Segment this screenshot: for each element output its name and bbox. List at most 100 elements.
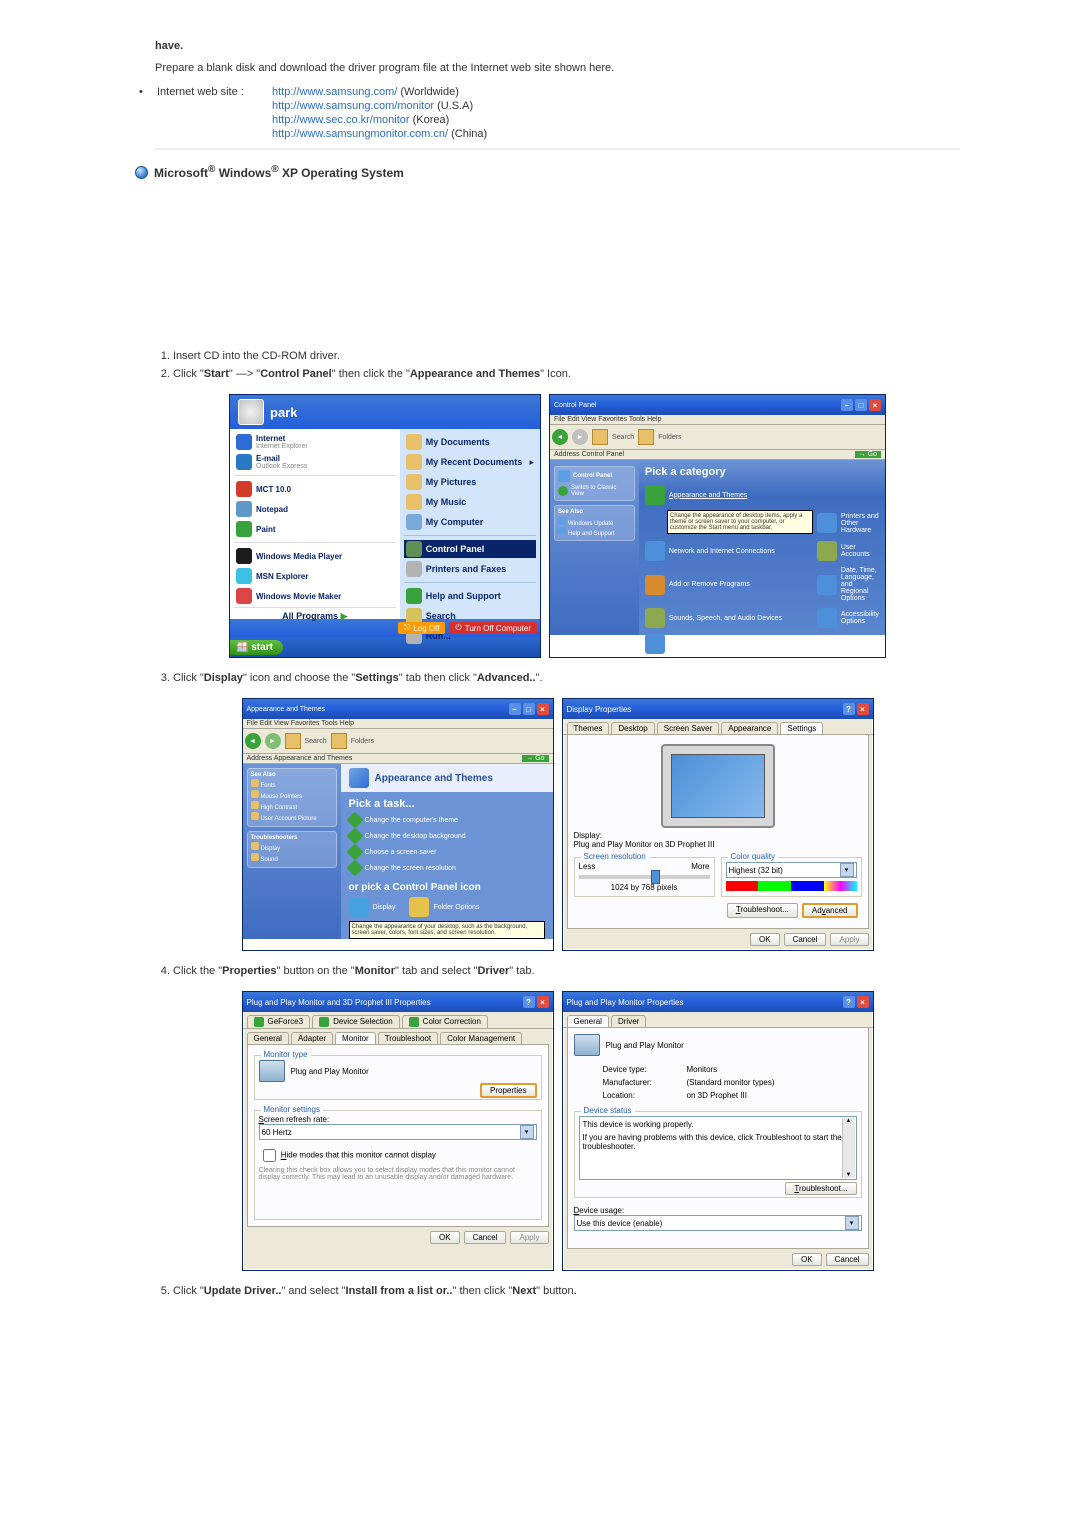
tab-desktop[interactable]: Desktop <box>611 722 654 734</box>
tab-driver[interactable]: Driver <box>611 1015 646 1027</box>
refresh-rate-select[interactable]: 60 Hertz▾ <box>259 1124 537 1140</box>
apply-button[interactable]: Apply <box>830 933 868 946</box>
see-also-item[interactable]: High Contrast <box>251 801 333 811</box>
task-link[interactable]: Choose a screen saver <box>349 846 545 858</box>
start-menu-item[interactable]: Windows Movie Maker <box>234 587 396 605</box>
switch-view-link[interactable]: Switch to Classic View <box>558 485 631 497</box>
tab-color-management[interactable]: Color Management <box>440 1032 522 1044</box>
start-menu-item[interactable]: My Computer <box>404 513 536 531</box>
close-icon[interactable]: × <box>857 703 869 715</box>
forward-icon[interactable]: ► <box>572 429 588 445</box>
tab-general[interactable]: General <box>567 1015 609 1027</box>
tab-appearance[interactable]: Appearance <box>721 722 778 734</box>
internet-link[interactable]: http://www.sec.co.kr/monitor <box>272 114 410 126</box>
minimize-icon[interactable]: – <box>509 703 521 715</box>
help-icon[interactable]: ? <box>523 996 535 1008</box>
start-menu-item[interactable]: My Pictures <box>404 473 536 491</box>
dp-tabs[interactable]: ThemesDesktopScreen SaverAppearanceSetti… <box>563 719 873 735</box>
color-quality-select[interactable]: Highest (32 bit)▾ <box>726 862 857 878</box>
maximize-icon[interactable]: □ <box>523 703 535 715</box>
all-programs-button[interactable]: All Programs ▶ <box>234 607 396 622</box>
cp-category[interactable]: Accessibility Options <box>817 608 879 628</box>
start-menu-item[interactable]: Printers and Faxes <box>404 560 536 578</box>
cp-icon[interactable]: Display <box>349 897 396 917</box>
start-menu-item[interactable]: MCT 10.0 <box>234 480 396 498</box>
start-menu-item[interactable]: InternetInternet Explorer <box>234 433 396 451</box>
start-button[interactable]: 🪟 start <box>230 640 283 655</box>
up-icon[interactable] <box>285 733 301 749</box>
cp-icon[interactable]: Folder Options <box>409 897 479 917</box>
cancel-button[interactable]: Cancel <box>464 1231 507 1244</box>
folders-icon[interactable] <box>638 429 654 445</box>
start-menu-item[interactable]: MSN Explorer <box>234 567 396 585</box>
properties-button[interactable]: Properties <box>480 1083 536 1098</box>
tab-general[interactable]: General <box>247 1032 289 1044</box>
device-usage-select[interactable]: Use this device (enable)▾ <box>574 1215 862 1231</box>
scrollbar[interactable]: ▲▼ <box>842 1118 855 1178</box>
at-address[interactable]: Address Appearance and Themes→ Go <box>243 754 553 764</box>
advanced-button[interactable]: Advanced <box>802 903 858 918</box>
see-also-item[interactable]: Windows Update <box>558 517 631 527</box>
start-menu-item[interactable]: Paint <box>234 520 396 538</box>
tab-settings[interactable]: Settings <box>780 722 823 734</box>
cancel-button[interactable]: Cancel <box>784 933 827 946</box>
close-icon[interactable]: × <box>537 996 549 1008</box>
back-icon[interactable]: ◄ <box>245 733 261 749</box>
cp-category[interactable]: Add or Remove Programs <box>645 567 813 602</box>
tab-color-correction[interactable]: Color Correction <box>402 1015 488 1028</box>
resolution-slider[interactable] <box>579 875 710 879</box>
at-menubar[interactable]: File Edit View Favorites Tools Help <box>243 719 553 729</box>
minimize-icon[interactable]: – <box>841 399 853 411</box>
start-menu-item[interactable]: E-mailOutlook Express <box>234 453 396 471</box>
ok-button[interactable]: OK <box>792 1253 822 1266</box>
troubleshooter-item[interactable]: Sound <box>251 853 333 863</box>
see-also-item[interactable]: Mouse Pointers <box>251 790 333 800</box>
see-also-item[interactable]: User Account Picture <box>251 812 333 822</box>
logoff-button[interactable]: ⎋Log Off <box>398 622 445 634</box>
task-link[interactable]: Change the desktop background <box>349 830 545 842</box>
tab-adapter[interactable]: Adapter <box>291 1032 333 1044</box>
cancel-button[interactable]: Cancel <box>826 1253 869 1266</box>
tab-troubleshoot[interactable]: Troubleshoot <box>378 1032 438 1044</box>
ok-button[interactable]: OK <box>750 933 780 946</box>
task-link[interactable]: Change the screen resolution <box>349 862 545 874</box>
folders-icon[interactable] <box>331 733 347 749</box>
hide-modes-checkbox[interactable] <box>263 1149 276 1162</box>
adv-tabs-row1[interactable]: GeForce3Device SelectionColor Correction <box>243 1012 553 1029</box>
cp-category[interactable]: User Accounts <box>817 541 879 561</box>
internet-link[interactable]: http://www.samsung.com/monitor <box>272 100 434 112</box>
start-menu-item[interactable]: My Music <box>404 493 536 511</box>
cp-category[interactable]: Network and Internet Connections <box>645 541 813 561</box>
internet-link[interactable]: http://www.samsung.com/ <box>272 86 397 98</box>
at-toolbar[interactable]: ◄ ► Search Folders <box>243 729 553 754</box>
tab-screen-saver[interactable]: Screen Saver <box>657 722 719 734</box>
troubleshoot-button[interactable]: Troubleshoot... <box>727 903 798 918</box>
ok-button[interactable]: OK <box>430 1231 460 1244</box>
tab-geforce3[interactable]: GeForce3 <box>247 1015 311 1028</box>
cp-address[interactable]: Address Control Panel→ Go <box>550 450 885 460</box>
troubleshooter-item[interactable]: Display <box>251 842 333 852</box>
pnp-tabs[interactable]: GeneralDriver <box>563 1012 873 1028</box>
up-icon[interactable] <box>592 429 608 445</box>
go-button[interactable]: → Go <box>522 755 548 762</box>
turnoff-button[interactable]: ⏻Turn Off Computer <box>449 622 537 634</box>
cp-category[interactable]: Appearance and Themes <box>645 485 813 505</box>
help-icon[interactable]: ? <box>843 996 855 1008</box>
start-menu-item[interactable]: My Recent Documents▸ <box>404 453 536 471</box>
cp-category[interactable]: Date, Time, Language, and Regional Optio… <box>817 567 879 602</box>
start-menu-item[interactable]: My Documents <box>404 433 536 451</box>
cp-category[interactable]: Sounds, Speech, and Audio Devices <box>645 608 813 628</box>
cp-category[interactable]: Printers and Other Hardware <box>817 511 879 535</box>
cp-toolbar[interactable]: ◄ ► Search Folders <box>550 425 885 450</box>
maximize-icon[interactable]: □ <box>855 399 867 411</box>
close-icon[interactable]: × <box>869 399 881 411</box>
see-also-item[interactable]: Fonts <box>251 779 333 789</box>
tab-device-selection[interactable]: Device Selection <box>312 1015 400 1028</box>
cp-menubar[interactable]: File Edit View Favorites Tools Help <box>550 415 885 425</box>
internet-link[interactable]: http://www.samsungmonitor.com.cn/ <box>272 128 448 140</box>
troubleshoot-button[interactable]: Troubleshoot... <box>785 1182 856 1195</box>
go-button[interactable]: → Go <box>855 451 881 458</box>
cp-category[interactable]: Performance and Maintenance <box>645 634 813 654</box>
see-also-item[interactable]: Help and Support <box>558 527 631 537</box>
adv-tabs-row2[interactable]: GeneralAdapterMonitorTroubleshootColor M… <box>243 1029 553 1044</box>
